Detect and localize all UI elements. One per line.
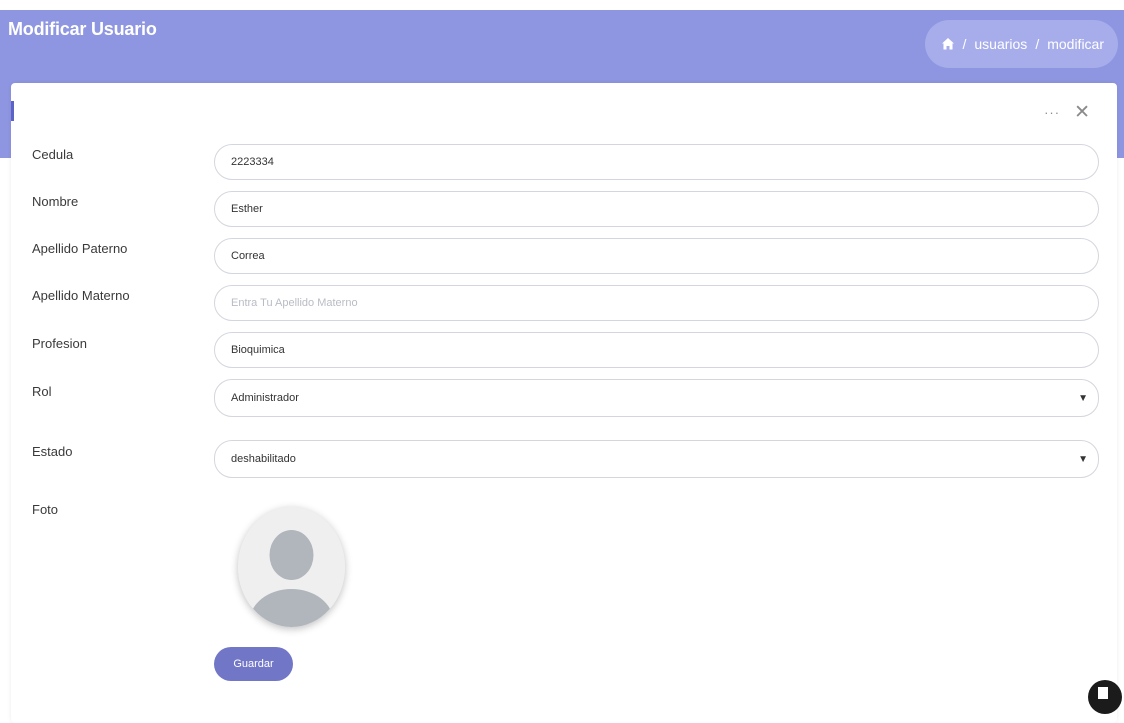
caret-down-icon: ▼	[1078, 453, 1088, 465]
document-icon	[1098, 687, 1108, 699]
breadcrumb-separator: /	[962, 36, 967, 52]
breadcrumb-item-modificar: modificar	[1047, 36, 1104, 52]
rol-select[interactable]: Administrador ▼	[214, 379, 1099, 417]
foto-label: Foto	[32, 502, 59, 517]
card-accent-bar	[11, 101, 14, 121]
estado-select[interactable]: deshabilitado ▼	[214, 440, 1099, 478]
nombre-input[interactable]	[214, 191, 1099, 227]
home-icon[interactable]	[941, 37, 955, 51]
estado-selected-value: deshabilitado	[231, 453, 296, 465]
caret-down-icon: ▼	[1078, 392, 1088, 404]
profesion-input[interactable]	[214, 332, 1099, 368]
card-tools: ··· ✕	[1044, 103, 1090, 122]
nombre-label: Nombre	[32, 194, 79, 209]
apellido-materno-input[interactable]	[214, 285, 1099, 321]
page-title: Modificar Usuario	[8, 19, 157, 39]
breadcrumb-item-usuarios[interactable]: usuarios	[974, 36, 1027, 52]
breadcrumb: / usuarios / modificar	[924, 20, 1118, 68]
cedula-label: Cedula	[32, 147, 74, 162]
apellido-materno-label: Apellido Materno	[32, 288, 130, 303]
breadcrumb-separator: /	[1035, 36, 1040, 52]
close-icon[interactable]: ✕	[1074, 103, 1090, 122]
cedula-input[interactable]	[214, 144, 1099, 180]
estado-label: Estado	[32, 444, 73, 459]
apellido-paterno-input[interactable]	[214, 238, 1099, 274]
rol-selected-value: Administrador	[231, 392, 299, 404]
avatar-placeholder[interactable]	[238, 507, 345, 627]
save-button[interactable]: Guardar	[214, 647, 293, 681]
profesion-label: Profesion	[32, 336, 87, 351]
rol-label: Rol	[32, 384, 52, 399]
more-options-icon[interactable]: ···	[1044, 105, 1060, 120]
apellido-paterno-label: Apellido Paterno	[32, 241, 128, 256]
user-silhouette-icon	[238, 507, 345, 627]
